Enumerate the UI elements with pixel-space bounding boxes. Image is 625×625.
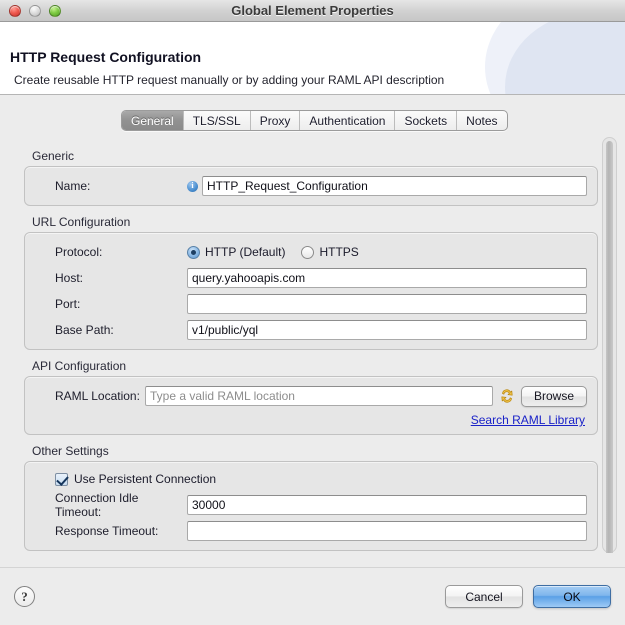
group-other-box: Use Persistent Connection Connection Idl… <box>24 461 598 551</box>
search-raml-library-link[interactable]: Search RAML Library <box>471 413 585 427</box>
window-title: Global Element Properties <box>0 3 625 18</box>
name-input[interactable]: HTTP_Request_Configuration <box>202 176 587 196</box>
header-decoration-outer <box>485 22 625 95</box>
sync-arrows-icon[interactable] <box>498 387 516 405</box>
header-subtitle: Create reusable HTTP request manually or… <box>14 73 444 87</box>
row-response-timeout: Response Timeout: <box>35 519 587 543</box>
group-generic-title: Generic <box>32 149 598 163</box>
group-api-title: API Configuration <box>32 359 598 373</box>
search-raml-row: Search RAML Library <box>35 413 587 427</box>
connection-idle-timeout-label: Connection Idle Timeout: <box>35 491 187 519</box>
group-generic-box: Name: i HTTP_Request_Configuration <box>24 166 598 206</box>
row-host: Host: query.yahooapis.com <box>35 266 587 290</box>
radio-https-label[interactable]: HTTPS <box>319 245 358 259</box>
port-label: Port: <box>35 297 187 311</box>
tab-bar: General TLS/SSL Proxy Authentication Soc… <box>0 109 625 131</box>
tab-general[interactable]: General <box>122 111 183 130</box>
row-raml-location: RAML Location: Type a valid RAML locatio… <box>35 384 587 408</box>
info-icon[interactable]: i <box>187 181 198 192</box>
row-persistent-connection[interactable]: Use Persistent Connection <box>35 469 587 489</box>
base-path-label: Base Path: <box>35 323 187 337</box>
group-other-settings: Other Settings Use Persistent Connection… <box>14 435 598 551</box>
vertical-scrollbar[interactable] <box>602 137 617 553</box>
row-base-path: Base Path: v1/public/yql <box>35 318 587 342</box>
vertical-scrollbar-thumb[interactable] <box>606 141 613 553</box>
tab-sockets[interactable]: Sockets <box>394 111 456 130</box>
response-timeout-label: Response Timeout: <box>35 524 187 538</box>
radio-http-label[interactable]: HTTP (Default) <box>205 245 285 259</box>
port-input[interactable] <box>187 294 587 314</box>
ok-button[interactable]: OK <box>533 585 611 608</box>
radio-http[interactable] <box>187 246 200 259</box>
raml-location-input[interactable]: Type a valid RAML location <box>145 386 493 406</box>
title-bar: Global Element Properties <box>0 0 625 22</box>
tab-strip: General TLS/SSL Proxy Authentication Soc… <box>121 110 508 131</box>
group-datasense-settings: Datasense Settings Enable DataSense <box>14 551 598 553</box>
tab-authentication[interactable]: Authentication <box>299 111 394 130</box>
raml-location-label: RAML Location: <box>35 389 145 403</box>
response-timeout-input[interactable] <box>187 521 587 541</box>
tab-proxy[interactable]: Proxy <box>250 111 300 130</box>
minimize-button[interactable] <box>29 5 41 17</box>
zoom-button[interactable] <box>49 5 61 17</box>
tab-notes[interactable]: Notes <box>456 111 506 130</box>
connection-idle-timeout-input[interactable]: 30000 <box>187 495 587 515</box>
row-port: Port: <box>35 292 587 316</box>
name-label: Name: <box>35 179 187 193</box>
settings-content: Generic Name: i HTTP_Request_Configurati… <box>10 137 600 553</box>
dialog-body: General TLS/SSL Proxy Authentication Soc… <box>0 95 625 567</box>
group-generic: Generic Name: i HTTP_Request_Configurati… <box>14 140 598 206</box>
group-other-title: Other Settings <box>32 444 598 458</box>
radio-https[interactable] <box>301 246 314 259</box>
close-button[interactable] <box>9 5 21 17</box>
group-url-title: URL Configuration <box>32 215 598 229</box>
group-url-configuration: URL Configuration Protocol: HTTP (Defaul… <box>14 206 598 350</box>
host-input[interactable]: query.yahooapis.com <box>187 268 587 288</box>
host-label: Host: <box>35 271 187 285</box>
use-persistent-connection-checkbox[interactable] <box>55 473 68 486</box>
settings-scroll-pane: Generic Name: i HTTP_Request_Configurati… <box>10 137 617 553</box>
header-title: HTTP Request Configuration <box>10 49 201 65</box>
group-api-box: RAML Location: Type a valid RAML locatio… <box>24 376 598 435</box>
row-idle-timeout: Connection Idle Timeout: 30000 <box>35 493 587 517</box>
dialog-footer: ? Cancel OK <box>0 567 625 625</box>
group-url-box: Protocol: HTTP (Default) HTTPS Host: que… <box>24 232 598 350</box>
tab-tls-ssl[interactable]: TLS/SSL <box>183 111 250 130</box>
protocol-radio-group: HTTP (Default) HTTPS <box>187 245 375 259</box>
base-path-input[interactable]: v1/public/yql <box>187 320 587 340</box>
dialog-header: HTTP Request Configuration Create reusab… <box>0 22 625 95</box>
help-icon[interactable]: ? <box>14 586 35 607</box>
use-persistent-connection-label: Use Persistent Connection <box>74 472 216 486</box>
cancel-button[interactable]: Cancel <box>445 585 523 608</box>
header-decoration-inner <box>505 22 625 95</box>
protocol-label: Protocol: <box>35 245 187 259</box>
browse-button[interactable]: Browse <box>521 386 587 407</box>
group-api-configuration: API Configuration RAML Location: Type a … <box>14 350 598 435</box>
row-protocol: Protocol: HTTP (Default) HTTPS <box>35 240 587 264</box>
dialog-window: Global Element Properties HTTP Request C… <box>0 0 625 625</box>
window-controls <box>9 5 61 17</box>
footer-actions: Cancel OK <box>445 585 611 608</box>
row-name: Name: i HTTP_Request_Configuration <box>35 174 587 198</box>
